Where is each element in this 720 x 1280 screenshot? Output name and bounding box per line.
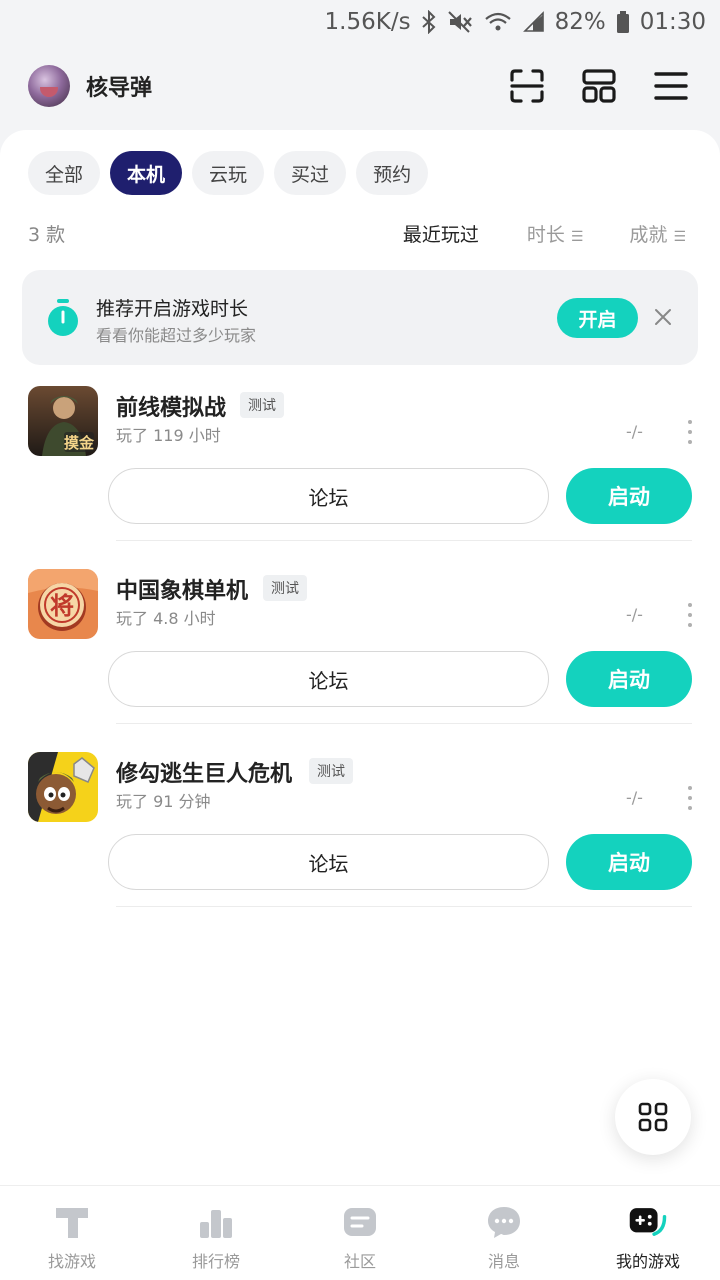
game-icon-frontline[interactable]: 摸金: [28, 386, 98, 456]
play-time: 玩了 4.8 小时: [116, 609, 216, 628]
launch-button[interactable]: 启动: [566, 651, 692, 707]
tab-label: 我的游戏: [615, 1252, 680, 1271]
tab-ranking[interactable]: 排行榜: [144, 1186, 288, 1280]
grid-icon: [638, 1102, 668, 1132]
filter-bought[interactable]: 买过: [274, 151, 347, 195]
play-time: 玩了 119 小时: [116, 426, 221, 445]
status-bar: 1.56K/s 82% 01:30: [0, 0, 720, 44]
find-games-icon: [52, 1202, 92, 1242]
game-item: 将 中国象棋单机 测试 玩了 4.8 小时 -/- 论坛 启动: [0, 559, 720, 741]
tab-label: 排行榜: [191, 1252, 240, 1271]
grid-view-button[interactable]: [615, 1079, 691, 1155]
banner-subtitle: 看看你能超过多少玩家: [96, 326, 257, 345]
test-badge: 测试: [263, 575, 307, 601]
network-speed: 1.56K/s: [324, 9, 411, 35]
bluetooth-icon: [421, 10, 437, 34]
sort-options: 最近玩过 时长 ☰ 成就 ☰: [403, 220, 686, 247]
game-count: 3 款: [28, 224, 66, 246]
scan-icon[interactable]: [506, 65, 548, 107]
filter-chips: 全部 本机 云玩 买过 预约: [28, 151, 429, 195]
bottom-tab-bar: 找游戏 排行榜 社区 消息 我的游戏: [0, 1185, 720, 1280]
achievement-value: -/-: [626, 788, 643, 807]
tab-community[interactable]: 社区: [288, 1186, 432, 1280]
playtime-banner: 推荐开启游戏时长 看看你能超过多少玩家 开启: [22, 270, 698, 365]
game-item: 摸金 前线模拟战 测试 玩了 119 小时 -/- 论坛 启动: [0, 376, 720, 558]
sort-duration[interactable]: 时长 ☰: [526, 220, 583, 247]
forum-button[interactable]: 论坛: [108, 468, 549, 524]
game-title[interactable]: 前线模拟战: [116, 390, 226, 422]
main-content: 全部 本机 云玩 买过 预约 3 款 最近玩过 时长 ☰ 成就 ☰ 推荐开启游戏时长…: [0, 130, 720, 1185]
game-icon-label: 将: [50, 592, 74, 620]
game-icon-label: 摸金: [64, 434, 95, 452]
sort-icon: ☰: [673, 229, 685, 245]
stopwatch-icon: [46, 298, 80, 342]
game-item: 修勾逃生巨人危机 测试 玩了 91 分钟 -/- 论坛 启动: [0, 742, 720, 924]
sort-achievement-label: 成就: [629, 224, 668, 246]
mute-icon: [447, 10, 473, 34]
game-title[interactable]: 中国象棋单机: [116, 573, 248, 605]
more-options-icon[interactable]: [684, 420, 696, 444]
header-actions: [506, 65, 692, 107]
divider: [116, 906, 692, 907]
forum-button[interactable]: 论坛: [108, 651, 549, 707]
sort-achievement[interactable]: 成就 ☰: [629, 220, 685, 247]
tab-label: 找游戏: [47, 1252, 96, 1271]
achievement-value: -/-: [626, 605, 643, 624]
battery-percent: 82%: [554, 9, 606, 35]
tab-label: 消息: [487, 1252, 520, 1271]
ranking-icon: [196, 1202, 236, 1242]
launch-button[interactable]: 启动: [566, 834, 692, 890]
banner-title: 推荐开启游戏时长: [96, 298, 249, 320]
signal-icon: [522, 11, 545, 33]
game-title[interactable]: 修勾逃生巨人危机: [116, 756, 292, 788]
test-badge: 测试: [309, 758, 353, 784]
sort-recent[interactable]: 最近玩过: [403, 220, 479, 247]
achievement-value: -/-: [626, 422, 643, 441]
avatar[interactable]: [28, 65, 70, 107]
tab-label: 社区: [343, 1252, 376, 1271]
community-icon: [340, 1202, 380, 1242]
tab-my-games[interactable]: 我的游戏: [576, 1186, 720, 1280]
more-options-icon[interactable]: [684, 786, 696, 810]
my-games-icon: [628, 1202, 668, 1242]
close-icon[interactable]: [652, 306, 674, 332]
sort-icon: ☰: [570, 229, 583, 245]
battery-icon: [616, 10, 630, 34]
filter-local[interactable]: 本机: [110, 151, 183, 195]
launch-button[interactable]: 启动: [566, 468, 692, 524]
tab-find-games[interactable]: 找游戏: [0, 1186, 144, 1280]
test-badge: 测试: [240, 392, 284, 418]
filter-reserved[interactable]: 预约: [356, 151, 429, 195]
message-icon: [484, 1202, 524, 1242]
divider: [116, 723, 692, 724]
more-options-icon[interactable]: [684, 603, 696, 627]
filter-cloud[interactable]: 云玩: [192, 151, 265, 195]
clock: 01:30: [639, 9, 706, 35]
wifi-icon: [483, 10, 513, 34]
game-icon-chinese-chess[interactable]: 将: [28, 569, 98, 639]
game-icon-doggo-escape[interactable]: [28, 752, 98, 822]
sort-duration-label: 时长: [526, 224, 565, 246]
tab-messages[interactable]: 消息: [432, 1186, 576, 1280]
header: 核导弹: [0, 44, 720, 128]
enable-playtime-button[interactable]: 开启: [557, 298, 638, 338]
play-time: 玩了 91 分钟: [116, 792, 211, 811]
filter-all[interactable]: 全部: [28, 151, 101, 195]
username[interactable]: 核导弹: [86, 70, 152, 102]
divider: [116, 540, 692, 541]
layout-icon[interactable]: [578, 65, 620, 107]
forum-button[interactable]: 论坛: [108, 834, 549, 890]
menu-icon[interactable]: [650, 65, 692, 107]
